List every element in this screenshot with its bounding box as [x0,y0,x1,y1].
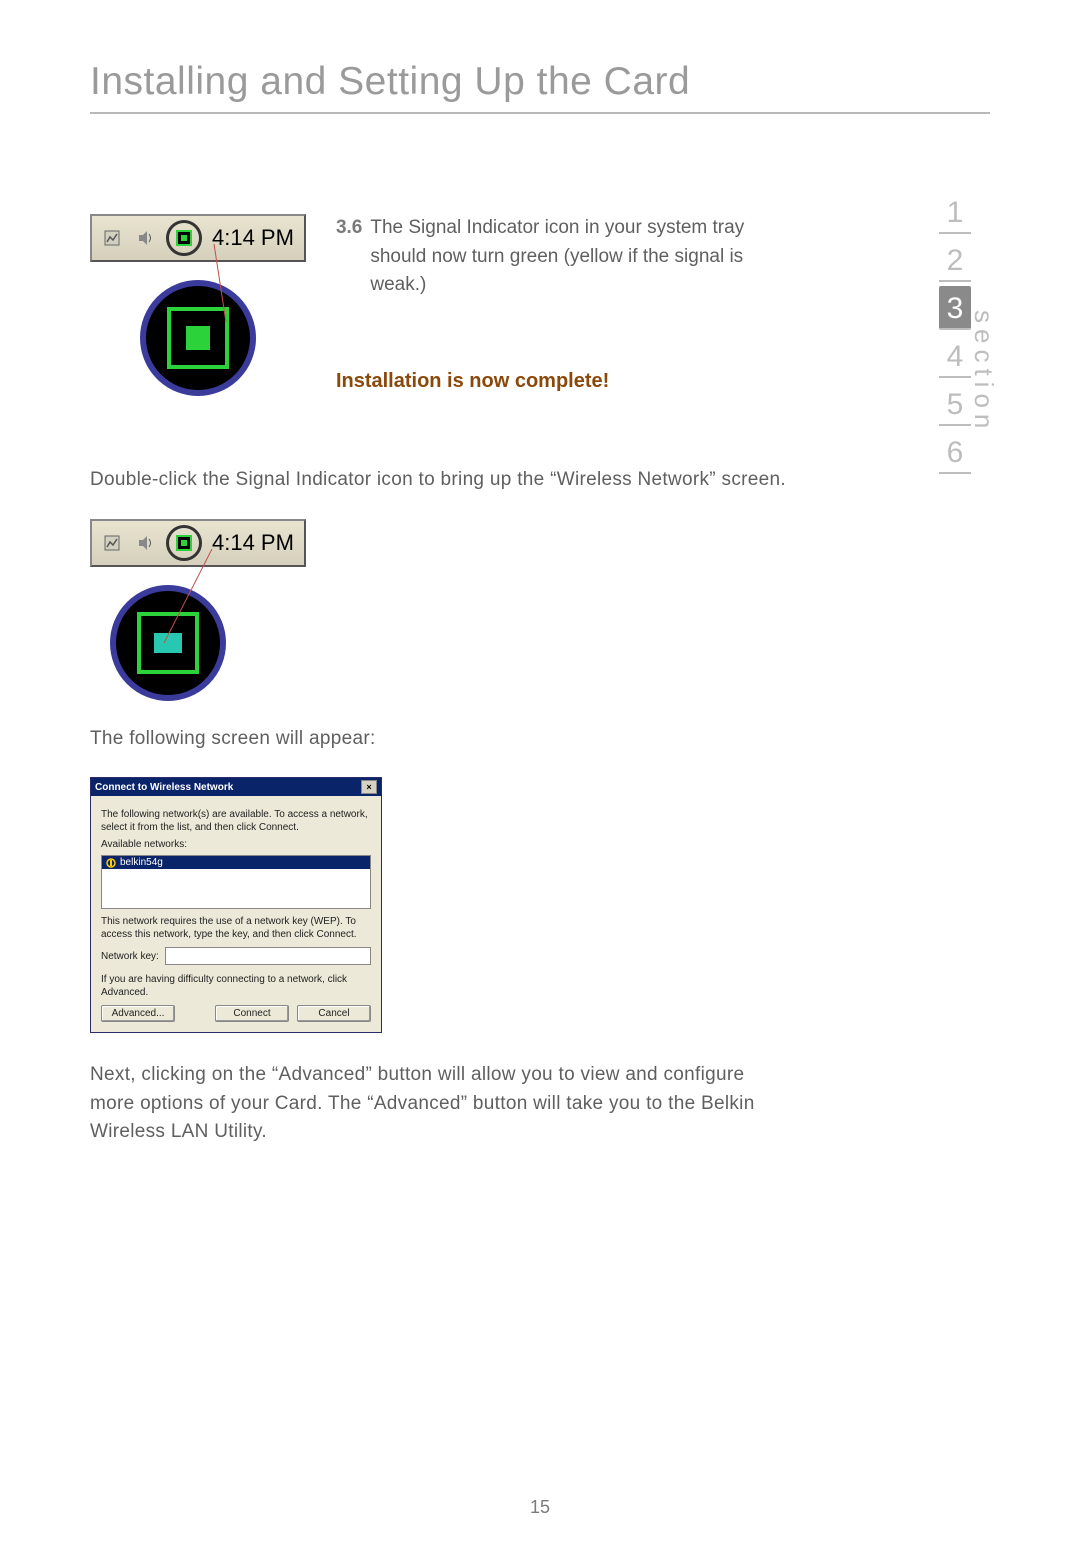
available-networks-label: Available networks: [101,838,371,851]
section-nav-2[interactable]: 2 [939,238,971,282]
section-nav-4[interactable]: 4 [939,334,971,378]
connector-line-2 [150,547,310,687]
setup-icon [98,224,126,252]
doubleclick-instruction: Double-click the Signal Indicator icon t… [90,466,790,495]
connect-button[interactable]: Connect [215,1005,289,1022]
dialog-titlebar: Connect to Wireless Network × [91,778,381,796]
advanced-button[interactable]: Advanced... [101,1005,175,1022]
installation-complete-text: Installation is now complete! [336,370,790,393]
step-number: 3.6 [336,214,362,300]
network-item-belkin54g[interactable]: belkin54g [102,856,370,869]
network-item-label: belkin54g [120,857,163,868]
section-nav-3[interactable]: 3 [939,286,971,330]
next-advanced-text: Next, clicking on the “Advanced” button … [90,1061,790,1147]
advanced-hint-text: If you are having difficulty connecting … [101,973,371,999]
available-networks-list[interactable]: belkin54g [101,855,371,909]
dialog-title-text: Connect to Wireless Network [95,782,233,793]
wep-required-text: This network requires the use of a netwo… [101,915,371,941]
section-nav-6[interactable]: 6 [939,430,971,474]
page-number: 15 [0,1497,1080,1518]
section-label: section [968,310,999,434]
connector-line-1 [160,242,280,362]
section-nav-1[interactable]: 1 [939,190,971,234]
close-icon[interactable]: × [361,780,377,794]
connect-wireless-dialog: Connect to Wireless Network × The follow… [90,777,382,1033]
speaker-icon [132,224,160,252]
network-key-input[interactable] [165,947,371,965]
setup-icon [98,529,126,557]
network-key-label: Network key: [101,951,159,962]
dialog-intro-text: The following network(s) are available. … [101,808,371,834]
wifi-icon [106,858,116,868]
cancel-button[interactable]: Cancel [297,1005,371,1022]
section-nav-5[interactable]: 5 [939,382,971,426]
section-nav: section 1 2 3 4 5 6 [920,190,990,478]
page-title: Installing and Setting Up the Card [90,60,990,114]
systray-with-enlarge-1: 4:14 PM [90,214,306,396]
following-screen-text: The following screen will appear: [90,725,790,754]
step-description: The Signal Indicator icon in your system… [370,214,790,300]
step-3-6: 3.6 The Signal Indicator icon in your sy… [336,214,790,300]
